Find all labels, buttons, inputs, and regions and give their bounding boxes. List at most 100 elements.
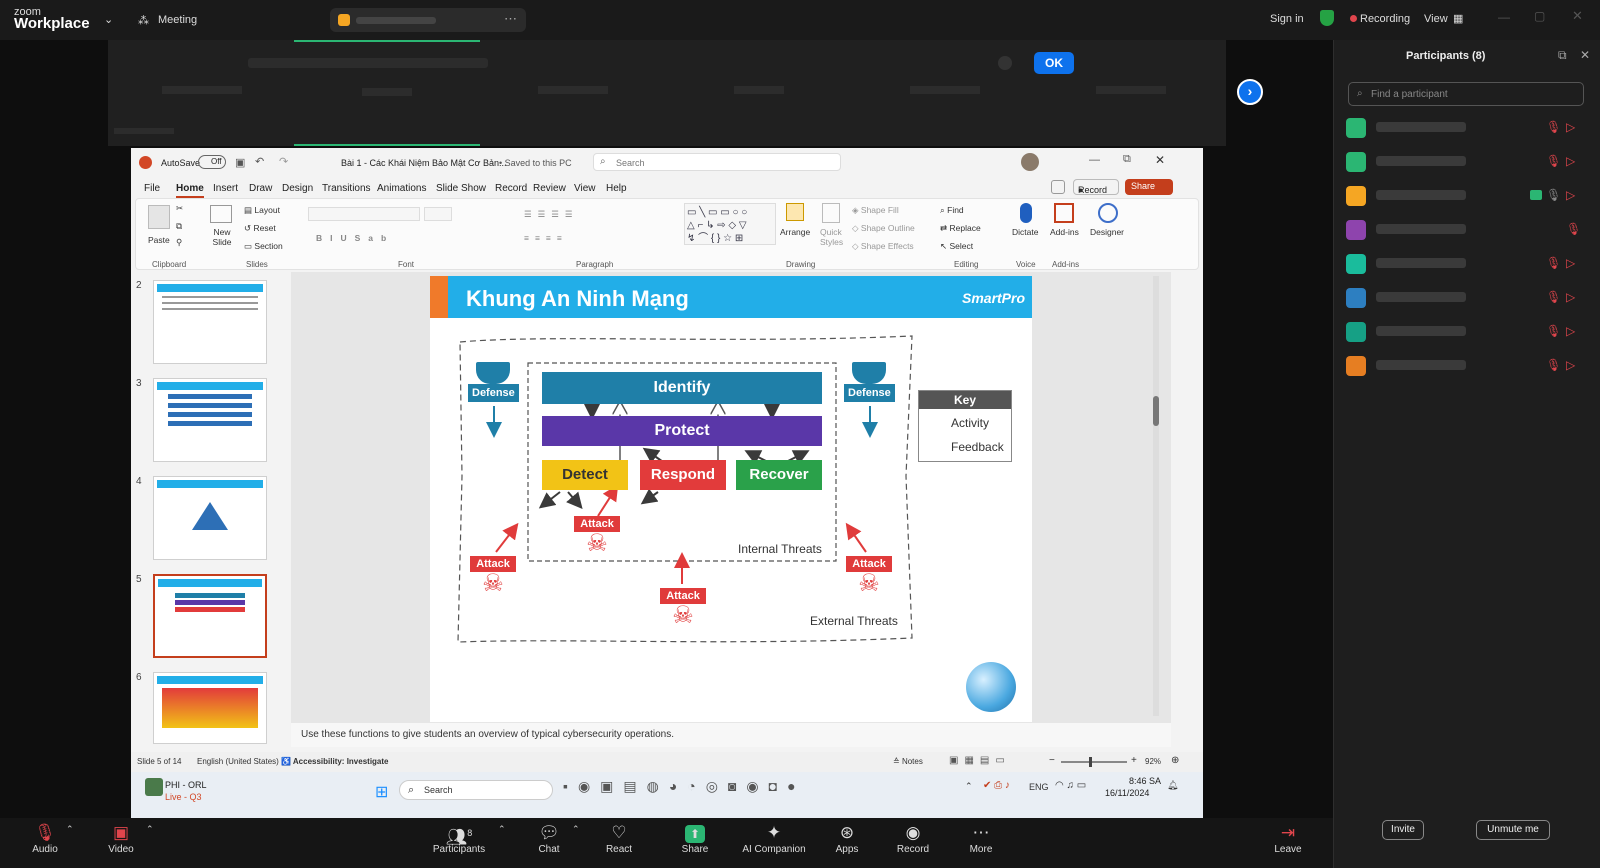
scrollbar-thumb[interactable] <box>1153 396 1159 426</box>
mic-icon[interactable]: 🎙︎ <box>1546 188 1561 202</box>
mic-muted-icon[interactable]: 🎙︎ <box>1546 154 1561 168</box>
windows-start-icon[interactable]: ⊞ <box>375 782 388 802</box>
invite-button[interactable]: Invite <box>1382 820 1424 840</box>
video-on-icon[interactable] <box>1530 190 1542 200</box>
share-button[interactable]: Share <box>1125 179 1173 195</box>
zoom-out-icon[interactable]: − <box>1049 755 1055 766</box>
slide-thumbnail[interactable] <box>153 476 267 560</box>
video-off-icon[interactable]: ▷ <box>1566 290 1575 304</box>
taskbar-user[interactable]: PHI - ORL <box>165 780 207 790</box>
chat-options-chevron-icon[interactable]: ⌃ <box>572 824 580 835</box>
slide-thumbnail[interactable] <box>153 378 267 462</box>
video-tile[interactable] <box>666 40 852 146</box>
speaker-pill[interactable]: ⋯ <box>330 8 526 32</box>
slide-thumbnail[interactable] <box>153 672 267 744</box>
arrange-icon[interactable] <box>786 203 804 221</box>
vertical-scrollbar[interactable] <box>1153 276 1159 716</box>
layout-button[interactable]: ▤ Layout <box>244 205 280 216</box>
addins-button[interactable]: Add-ins <box>1050 227 1079 237</box>
paste-icon[interactable] <box>148 205 170 229</box>
video-off-icon[interactable]: ▷ <box>1566 120 1575 134</box>
participant-row[interactable]: 🎙︎ ▷ <box>1346 182 1586 210</box>
format-painter-icon[interactable]: ⚲ <box>176 237 182 248</box>
video-tile-active[interactable] <box>294 40 480 146</box>
tab-animations[interactable]: Animations <box>377 183 426 194</box>
minimize-icon[interactable]: — <box>1089 154 1100 166</box>
accessibility-status[interactable]: ♿ Accessibility: Investigate <box>281 757 388 766</box>
close-icon[interactable]: ✕ <box>1155 153 1165 167</box>
font-size-select[interactable] <box>424 207 452 221</box>
mic-muted-icon[interactable]: 🎙︎ <box>1546 256 1561 270</box>
section-button[interactable]: ▭ Section <box>244 241 283 252</box>
meeting-label[interactable]: Meeting <box>158 14 197 26</box>
mic-muted-icon[interactable]: 🎙︎ <box>1546 120 1561 134</box>
language-status[interactable]: English (United States) <box>197 757 279 766</box>
notes-toggle[interactable]: ≙ Notes <box>893 757 923 766</box>
notes-pane[interactable]: Use these functions to give students an … <box>291 723 1171 747</box>
tab-file[interactable]: File <box>144 183 160 194</box>
video-tile[interactable] <box>1038 40 1224 146</box>
tray-icons[interactable]: ✔ ⎙ ♪ <box>983 780 1010 791</box>
fit-slide-icon[interactable]: ⊕ <box>1171 755 1179 766</box>
zoom-in-icon[interactable]: + <box>1131 755 1137 766</box>
close-icon[interactable]: ✕ <box>1580 48 1590 62</box>
sign-in-link[interactable]: Sign in <box>1270 13 1304 25</box>
shapes-gallery[interactable]: ▭ ╲ ▭ ▭ ○ ○ △ ⌐ ↳ ⇨ ◇ ▽ ↯ ⌒ { } ☆ ⊞ <box>684 203 776 245</box>
leave-button[interactable]: ⇥ Leave <box>1258 822 1318 855</box>
participant-row[interactable]: 🎙︎ ▷ <box>1346 318 1586 346</box>
tab-help[interactable]: Help <box>606 183 627 194</box>
reset-button[interactable]: ↺ Reset <box>244 223 276 234</box>
video-off-icon[interactable]: ▷ <box>1566 154 1575 168</box>
dictate-button[interactable]: Dictate <box>1012 227 1038 237</box>
ai-companion-button[interactable]: ✦ AI Companion <box>734 822 814 855</box>
video-off-icon[interactable]: ▷ <box>1566 256 1575 270</box>
chevron-up-icon[interactable]: ⌃ <box>965 781 973 792</box>
view-buttons[interactable]: ▣▦▤▭ <box>949 755 1011 766</box>
quick-styles-button[interactable]: Quick Styles <box>820 227 843 247</box>
participant-row[interactable]: 🎙︎ ▷ <box>1346 148 1586 176</box>
speaker-notes-text[interactable]: Use these functions to give students an … <box>301 729 674 740</box>
clock-time[interactable]: 8:46 SA <box>1117 776 1161 786</box>
copy-icon[interactable]: ⧉ <box>176 221 182 232</box>
slide-canvas[interactable]: Khung An Ninh Mạng SmartPro Identify Pro… <box>430 276 1032 722</box>
unmute-me-button[interactable]: Unmute me <box>1476 820 1550 840</box>
taskbar-app-icons[interactable]: ▪◉▣▤◍◕◔◎◙◉◘● <box>563 778 806 795</box>
maximize-icon[interactable]: ▢ <box>1534 9 1545 23</box>
more-button[interactable]: ⋯ More <box>946 822 1016 855</box>
chevron-down-icon[interactable]: ⌄ <box>104 13 113 26</box>
tab-insert[interactable]: Insert <box>213 183 238 194</box>
wifi-volume-battery-icons[interactable]: ◠ ♫ ▭ <box>1055 780 1086 791</box>
tab-review[interactable]: Review <box>533 183 566 194</box>
react-button[interactable]: ♡ React <box>584 822 654 855</box>
next-page-icon[interactable]: › <box>1237 79 1263 105</box>
video-off-icon[interactable]: ▷ <box>1566 188 1575 202</box>
recording-indicator[interactable]: Recording <box>1360 13 1410 25</box>
video-off-icon[interactable]: ▷ <box>1566 324 1575 338</box>
more-icon[interactable]: ⋯ <box>504 11 517 27</box>
tab-view[interactable]: View <box>574 183 596 194</box>
minimize-icon[interactable]: — <box>1498 10 1510 24</box>
slide-thumbnail[interactable] <box>153 280 267 364</box>
participant-search-input[interactable]: ⌕ Find a participant <box>1348 82 1584 106</box>
select-button[interactable]: ↖ Select <box>940 241 973 252</box>
font-family-select[interactable] <box>308 207 420 221</box>
zoom-slider-thumb[interactable] <box>1089 757 1092 767</box>
shield-icon[interactable] <box>1320 10 1334 26</box>
paste-button[interactable]: Paste <box>148 235 170 245</box>
notification-bell-icon[interactable]: 🔔︎ <box>1167 780 1178 791</box>
save-icon[interactable]: ▣ <box>235 156 245 169</box>
video-options-chevron-icon[interactable]: ⌃ <box>146 824 154 835</box>
user-avatar[interactable] <box>145 778 163 796</box>
quick-styles-icon[interactable] <box>822 203 840 223</box>
participants-options-chevron-icon[interactable]: ⌃ <box>498 824 506 835</box>
autosave-toggle[interactable]: Off <box>198 155 226 169</box>
tab-slide-show[interactable]: Slide Show <box>436 183 486 194</box>
save-status[interactable]: • Saved to this PC <box>499 158 572 168</box>
mic-muted-icon[interactable]: 🎙︎ <box>1546 324 1561 338</box>
arrange-button[interactable]: Arrange <box>780 227 810 237</box>
participants-button[interactable]: 👥︎8 Participants <box>424 822 494 855</box>
font-formatting-buttons[interactable]: BIUSab <box>316 233 394 243</box>
replace-button[interactable]: ⇄ Replace <box>940 223 981 234</box>
participant-row[interactable]: 🎙︎ ▷ <box>1346 284 1586 312</box>
taskbar-search[interactable]: ⌕ Search <box>399 780 553 800</box>
